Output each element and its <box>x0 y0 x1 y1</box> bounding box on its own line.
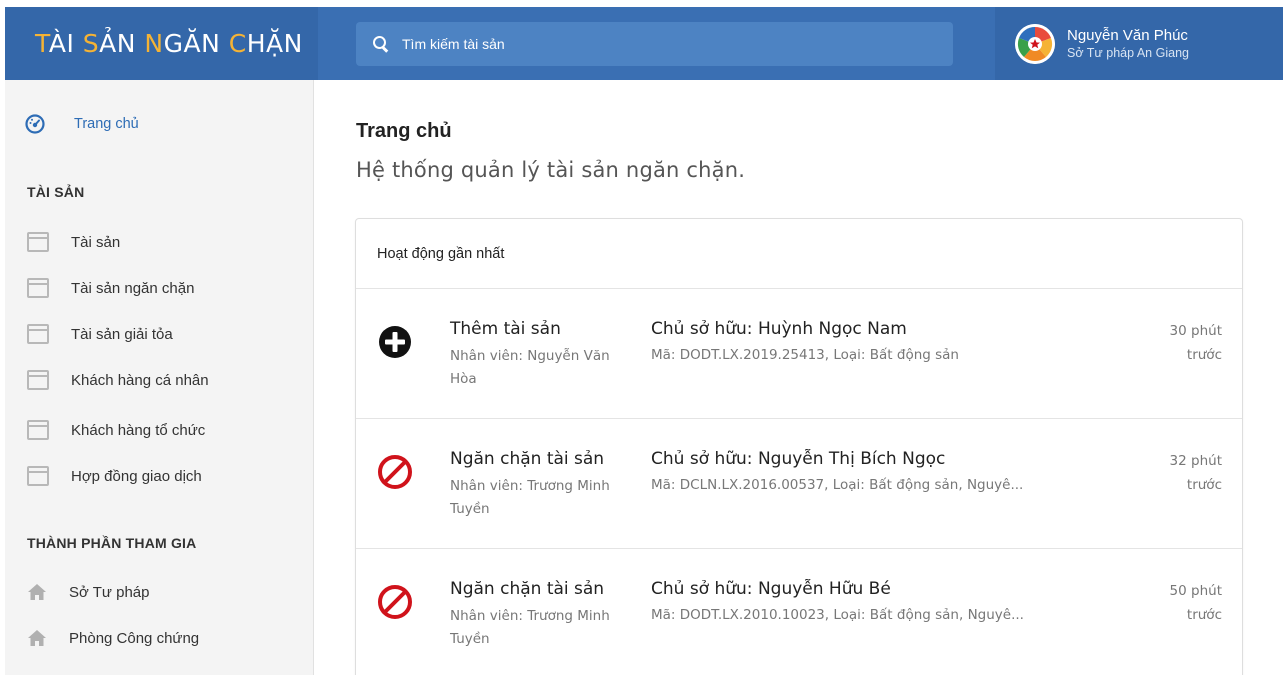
activity-detail: Mã: DODT.LX.2019.25413, Loại: Bất động s… <box>651 347 959 363</box>
activity-detail: Mã: DCLN.LX.2016.00537, Loại: Bất động s… <box>651 477 1024 493</box>
page-title: Trang chủ <box>356 120 452 142</box>
activity-owner: Chủ sở hữu: Nguyễn Thị Bích Ngọc <box>651 449 946 469</box>
sidebar: Trang chủ TÀI SẢN Tài sản Tài sản ngăn c… <box>5 80 314 675</box>
window-icon <box>27 232 49 252</box>
activity-row[interactable]: Ngăn chặn tài sản Nhân viên: Trương Minh… <box>356 549 1242 675</box>
sidebar-item-label: Tài sản <box>71 233 121 251</box>
section-title-assets: TÀI SẢN <box>27 184 85 200</box>
logo-avatar-icon <box>1015 23 1055 64</box>
activity-staff: Nhân viên: Trương Minh Tuyền <box>450 608 610 647</box>
card-heading: Hoạt động gần nhất <box>356 219 1242 289</box>
activity-action: Thêm tài sản <box>450 319 561 339</box>
user-name: Nguyễn Văn Phúc <box>1067 26 1188 44</box>
search-icon <box>372 35 390 53</box>
activity-row[interactable]: Thêm tài sản Nhân viên: Nguyễn Văn Hòa C… <box>356 289 1242 419</box>
activity-owner: Chủ sở hữu: Huỳnh Ngọc Nam <box>651 319 907 339</box>
logo-word: TÀI <box>35 29 75 58</box>
section-title-participants: THÀNH PHẦN THAM GIA <box>27 535 197 551</box>
block-icon <box>377 454 413 490</box>
sidebar-item-released-assets[interactable]: Tài sản giải tỏa <box>27 322 173 346</box>
search-bar[interactable] <box>356 22 953 66</box>
window-icon <box>27 278 49 298</box>
activity-row[interactable]: Ngăn chặn tài sản Nhân viên: Trương Minh… <box>356 419 1242 549</box>
sidebar-item-home[interactable]: Trang chủ <box>25 114 139 134</box>
block-icon <box>377 584 413 620</box>
search-input[interactable] <box>402 36 902 52</box>
home-icon <box>27 629 47 647</box>
home-icon <box>27 583 47 601</box>
logo-word: NGĂN <box>144 29 221 58</box>
sidebar-item-label: Khách hàng tổ chức <box>71 421 206 439</box>
activity-action: Ngăn chặn tài sản <box>450 579 605 599</box>
sidebar-item-label: Hợp đồng giao dịch <box>71 467 202 485</box>
app-logo[interactable]: TÀI SẢN NGĂN CHẶN <box>5 7 318 80</box>
sidebar-item-assets[interactable]: Tài sản <box>27 230 120 254</box>
sidebar-item-notary-office[interactable]: Phòng Công chứng <box>27 626 199 650</box>
activity-time: 30 phút trước <box>1169 323 1222 363</box>
sidebar-item-justice-department[interactable]: Sở Tư pháp <box>27 580 149 604</box>
logo-word: CHẶN <box>228 29 303 58</box>
sidebar-item-individual-customers[interactable]: Khách hàng cá nhân <box>27 368 209 392</box>
sidebar-item-label: Tài sản giải tỏa <box>71 325 173 343</box>
activity-time: 32 phút trước <box>1169 453 1222 493</box>
dashboard-icon <box>25 114 45 134</box>
activity-time: 50 phút trước <box>1169 583 1222 623</box>
sidebar-item-contracts[interactable]: Hợp đồng giao dịch <box>27 464 202 488</box>
window-icon <box>27 466 49 486</box>
window-icon <box>27 420 49 440</box>
sidebar-item-label: Trang chủ <box>74 116 139 132</box>
sidebar-item-blocked-assets[interactable]: Tài sản ngăn chặn <box>27 276 194 300</box>
page-subtitle: Hệ thống quản lý tài sản ngăn chặn. <box>356 158 746 182</box>
sidebar-item-organization-customers[interactable]: Khách hàng tổ chức <box>27 418 205 442</box>
activity-action: Ngăn chặn tài sản <box>450 449 605 469</box>
user-organization: Sở Tư pháp An Giang <box>1067 45 1189 60</box>
user-profile[interactable]: Nguyễn Văn Phúc Sở Tư pháp An Giang <box>995 7 1283 80</box>
activity-owner: Chủ sở hữu: Nguyễn Hữu Bé <box>651 579 891 599</box>
sidebar-item-label: Tài sản ngăn chặn <box>71 279 195 297</box>
activity-detail: Mã: DODT.LX.2010.10023, Loại: Bất động s… <box>651 607 1024 623</box>
top-header: TÀI SẢN NGĂN CHẶN Nguyễn Văn Phúc Sở Tư … <box>5 7 1283 80</box>
plus-circle-icon <box>377 324 413 360</box>
sidebar-item-label: Sở Tư pháp <box>69 583 150 601</box>
recent-activity-card: Hoạt động gần nhất Thêm tài sản Nhân viê… <box>355 218 1243 675</box>
activity-staff: Nhân viên: Nguyễn Văn Hòa <box>450 348 610 387</box>
window-icon <box>27 370 49 390</box>
activity-staff: Nhân viên: Trương Minh Tuyền <box>450 478 610 517</box>
logo-word: SẢN <box>82 29 136 58</box>
sidebar-item-label: Khách hàng cá nhân <box>71 371 209 389</box>
window-icon <box>27 324 49 344</box>
sidebar-item-label: Phòng Công chứng <box>69 629 200 647</box>
